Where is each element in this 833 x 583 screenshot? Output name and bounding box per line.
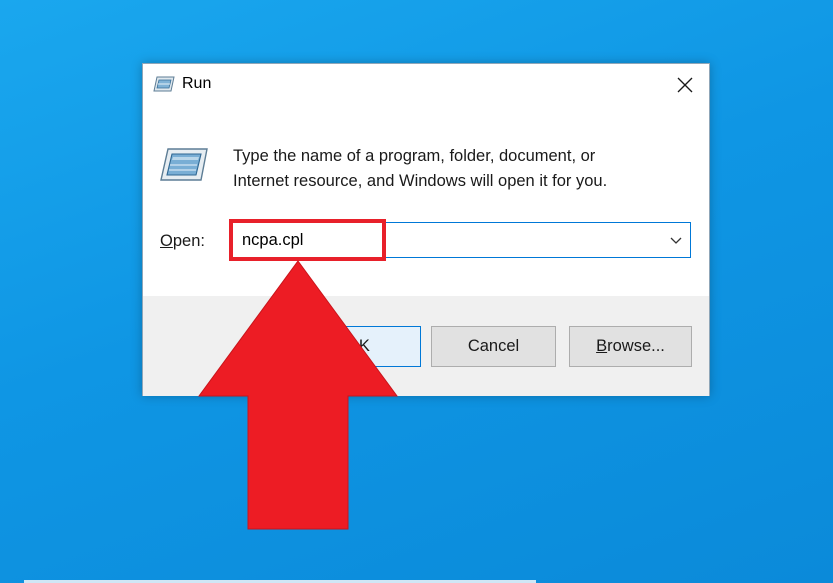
browse-accelerator: B [596, 337, 608, 355]
browse-label: rowse... [607, 337, 665, 355]
open-label-text: pen: [172, 232, 205, 250]
open-label-accelerator: O [160, 232, 173, 250]
browse-button[interactable]: Browse... [569, 326, 692, 367]
instruction-line: Type the name of a program, folder, docu… [233, 147, 596, 165]
instruction-text: Type the name of a program, folder, docu… [233, 144, 673, 194]
annotation-highlight-box [229, 219, 386, 261]
open-label: Open: [160, 232, 205, 251]
dialog-title: Run [182, 75, 212, 92]
dropdown-button[interactable] [668, 232, 684, 248]
run-app-icon [153, 75, 175, 93]
close-icon [677, 77, 693, 93]
button-area: OK Cancel Browse... [143, 296, 709, 396]
cancel-button[interactable]: Cancel [431, 326, 556, 367]
run-dialog: Run Type the name of a program, folder, … [142, 63, 710, 396]
close-button[interactable] [673, 73, 697, 97]
run-app-icon [159, 147, 209, 183]
ok-button[interactable]: OK [295, 326, 421, 367]
instruction-line: Internet resource, and Windows will open… [233, 172, 608, 190]
chevron-down-icon [670, 237, 682, 244]
title-bar[interactable]: Run [143, 64, 709, 106]
